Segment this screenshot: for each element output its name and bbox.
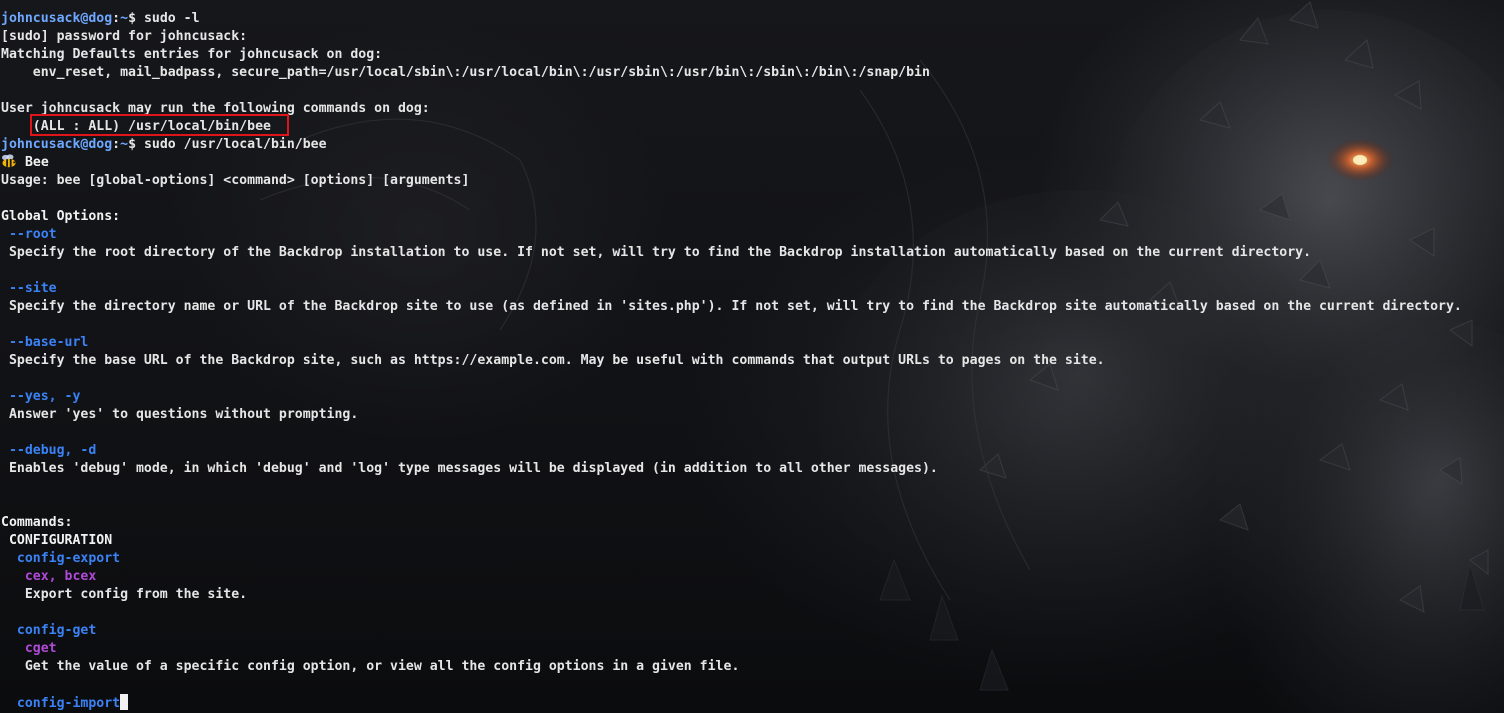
option-description: Enables 'debug' mode, in which 'debug' a… (1, 461, 938, 476)
output-line: env_reset, mail_badpass, secure_path=/us… (1, 65, 930, 80)
prompt-symbol: $ (128, 137, 144, 152)
output-line: Matching Defaults entries for johncusack… (1, 47, 383, 62)
terminal-window[interactable]: johncusack@dog:~$ sudo -l [sudo] passwor… (0, 0, 1504, 713)
prompt-path: ~ (120, 137, 129, 152)
option-flag: --debug, -d (1, 443, 97, 458)
command-text: sudo -l (143, 11, 200, 26)
command-category: CONFIGURATION (1, 533, 113, 548)
prompt-symbol: $ (128, 11, 144, 26)
prompt-separator: : (112, 137, 121, 152)
command-description: Export config from the site. (1, 587, 248, 602)
command-name-line: config-import (1, 694, 1504, 712)
commands-heading: Commands: (1, 515, 73, 530)
highlight-box (30, 114, 289, 136)
command-name: config-export (1, 551, 121, 566)
prompt-line: johncusack@dog:~$ sudo /usr/local/bin/be… (1, 136, 1504, 154)
option-flag: --site (1, 281, 57, 296)
option-description: Specify the base URL of the Backdrop sit… (1, 353, 1105, 368)
prompt-separator: : (112, 11, 121, 26)
bee-title: Bee (24, 155, 49, 170)
command-text: sudo /usr/local/bin/bee (143, 137, 327, 152)
bee-title-line: Bee (1, 154, 1504, 172)
prompt-line: johncusack@dog:~$ sudo -l (1, 10, 1504, 28)
option-flag: --root (1, 227, 57, 242)
bee-icon (2, 154, 16, 168)
usage-line: Usage: bee [global-options] <command> [o… (1, 173, 470, 188)
terminal-cursor (120, 694, 129, 710)
command-aliases: cex, bcex (1, 569, 97, 584)
command-description: Get the value of a specific config optio… (1, 659, 740, 674)
prompt-user-host: johncusack@dog (1, 137, 113, 152)
prompt-path: ~ (120, 11, 129, 26)
output-line: [sudo] password for johncusack: (1, 29, 248, 44)
option-description: Specify the root directory of the Backdr… (1, 245, 1312, 260)
option-description: Answer 'yes' to questions without prompt… (1, 407, 359, 422)
command-aliases: cget (1, 641, 57, 656)
option-description: Specify the directory name or URL of the… (1, 299, 1462, 314)
command-name: config-get (1, 623, 97, 638)
prompt-user-host: johncusack@dog (1, 11, 113, 26)
command-name: config-import (1, 696, 121, 711)
global-options-heading: Global Options: (1, 209, 121, 224)
option-flag: --yes, -y (1, 389, 81, 404)
option-flag: --base-url (1, 335, 89, 350)
